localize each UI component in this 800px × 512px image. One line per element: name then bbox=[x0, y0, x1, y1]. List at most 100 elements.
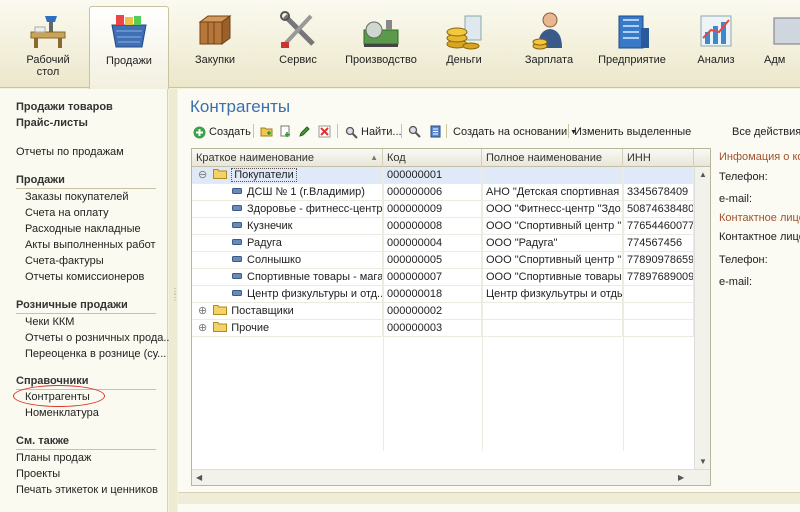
section-salary[interactable]: Зарплата bbox=[509, 6, 589, 86]
nav-item-work-acts[interactable]: Акты выполненных работ bbox=[25, 239, 156, 251]
section-purchases[interactable]: Закупки bbox=[175, 6, 255, 86]
column-header-full-name[interactable]: Полное наименование bbox=[482, 149, 623, 167]
create-based-label: Создать на основании bbox=[453, 126, 568, 138]
column-header-short-name[interactable]: Краткое наименование ▲ bbox=[192, 149, 383, 167]
scroll-right-icon[interactable]: ▶ bbox=[678, 473, 684, 482]
item-icon bbox=[232, 237, 242, 249]
nav-item-waybills[interactable]: Расходные накладные bbox=[25, 223, 141, 235]
content-area: Контрагенты Создать Найти... Создать на … bbox=[178, 89, 800, 512]
nav-item-customer-orders[interactable]: Заказы покупателей bbox=[25, 191, 129, 203]
nav-item-retail-revaluation[interactable]: Переоценка в рознице (су... bbox=[25, 348, 166, 360]
nav-item-kkm-receipts[interactable]: Чеки ККМ bbox=[25, 316, 74, 328]
nav-item-invoices[interactable]: Счета на оплату bbox=[25, 207, 109, 219]
find-button[interactable]: Найти... bbox=[345, 123, 402, 141]
table-row[interactable]: Радуга 000000004 ООО "Радуга" 774567456 bbox=[192, 235, 694, 252]
add-group-icon[interactable] bbox=[260, 125, 273, 138]
table-row[interactable]: Здоровье - фитнесс-центр 000000009 ООО "Фи… bbox=[192, 201, 694, 218]
nav-item-nomenclature[interactable]: Номенклатура bbox=[25, 407, 99, 419]
table-row[interactable]: ДСШ № 1 (г.Владимир) 000000006 АНО "Детска… bbox=[192, 184, 694, 201]
form-horizontal-scrollbar[interactable] bbox=[178, 492, 800, 504]
nav-item-retail-reports[interactable]: Отчеты о розничных прода... bbox=[25, 332, 173, 344]
item-icon bbox=[232, 186, 242, 198]
expand-icon[interactable]: ⊕ bbox=[198, 305, 207, 317]
nav-item-counterparties[interactable]: Контрагенты bbox=[25, 391, 90, 403]
add-circle-icon bbox=[193, 126, 206, 138]
list-icon[interactable] bbox=[429, 125, 442, 138]
scroll-left-icon[interactable]: ◀ bbox=[196, 473, 202, 482]
table-row[interactable]: Спортивные товары - мага... 000000007 ООО … bbox=[192, 269, 694, 286]
nav-link-price-lists[interactable]: Прайс-листы bbox=[16, 117, 88, 129]
cell-name: Центр физкультуры и отд... bbox=[192, 286, 383, 303]
basket-icon bbox=[111, 15, 147, 48]
copy-icon[interactable] bbox=[279, 125, 292, 138]
all-actions-button[interactable]: Все действия bbox=[732, 123, 800, 141]
row-name-text: Кузнечик bbox=[247, 220, 293, 232]
column-divider bbox=[623, 167, 624, 451]
cell-inn bbox=[623, 286, 694, 303]
column-header-inn[interactable]: ИНН bbox=[623, 149, 694, 167]
scroll-down-icon[interactable]: ▼ bbox=[699, 457, 707, 466]
cell-code: 000000001 bbox=[383, 167, 482, 184]
collapse-icon[interactable]: ⊖ bbox=[198, 169, 207, 181]
delete-mark-icon[interactable] bbox=[318, 125, 331, 138]
cell-name: Спортивные товары - мага... bbox=[192, 269, 383, 286]
nav-link-sales-reports[interactable]: Отчеты по продажам bbox=[16, 146, 124, 158]
sections-panel: Рабочий стол Продажи Закупки Сервис Прои… bbox=[0, 0, 800, 89]
cell-full bbox=[482, 320, 623, 337]
divider bbox=[16, 188, 156, 189]
nav-item-tax-invoices[interactable]: Счета-фактуры bbox=[25, 255, 104, 267]
table-row[interactable]: ⊖ Покупатели 000000001 bbox=[192, 167, 694, 184]
scroll-up-icon[interactable]: ▲ bbox=[699, 170, 707, 179]
table-row[interactable]: ⊕ Прочие 000000003 bbox=[192, 320, 694, 337]
nav-link-sales-goods[interactable]: Продажи товаров bbox=[16, 101, 113, 113]
section-label: Закупки bbox=[194, 54, 236, 66]
nav-item-projects[interactable]: Проекты bbox=[16, 468, 60, 480]
section-admin[interactable]: Адм bbox=[752, 6, 800, 86]
nav-item-sales-plans[interactable]: Планы продаж bbox=[16, 452, 91, 464]
row-name-text: Центр физкультуры и отд... bbox=[247, 288, 383, 300]
vertical-scrollbar[interactable]: ▲ ▼ bbox=[694, 167, 710, 469]
cell-name: ДСШ № 1 (г.Владимир) bbox=[192, 184, 383, 201]
horizontal-scrollbar[interactable]: ◀ ▶ bbox=[192, 469, 710, 485]
building-icon bbox=[618, 15, 649, 49]
cell-code: 000000005 bbox=[383, 252, 482, 269]
column-header-code[interactable]: Код bbox=[383, 149, 482, 167]
contact-person-label: Контактное лицо bbox=[719, 231, 800, 243]
contact-phone-label: Телефон: bbox=[719, 254, 768, 266]
create-button[interactable]: Создать bbox=[193, 123, 251, 141]
cell-name: Кузнечик bbox=[192, 218, 383, 235]
panel-splitter[interactable]: ⋮ ⋮ bbox=[169, 89, 179, 512]
create-based-on-button[interactable]: Создать на основании ▼ bbox=[453, 123, 577, 141]
expand-icon[interactable]: ⊕ bbox=[198, 322, 207, 334]
chart-icon bbox=[700, 15, 732, 47]
section-service[interactable]: Сервис bbox=[258, 6, 338, 86]
section-desktop[interactable]: Рабочий стол bbox=[8, 6, 88, 86]
section-sales[interactable]: Продажи bbox=[89, 6, 169, 89]
toolbar-separator bbox=[401, 124, 402, 138]
edit-pencil-icon[interactable] bbox=[298, 125, 311, 138]
cell-inn: 778909786599 bbox=[623, 252, 694, 269]
table-row[interactable]: Центр физкультуры и отд... 000000018 Центр… bbox=[192, 286, 694, 303]
section-label: Сервис bbox=[279, 54, 317, 66]
cell-inn bbox=[623, 167, 694, 184]
cell-code: 000000003 bbox=[383, 320, 482, 337]
section-production[interactable]: Производство bbox=[341, 6, 421, 86]
section-enterprise[interactable]: Предприятие bbox=[592, 6, 672, 86]
section-analysis[interactable]: Анализ bbox=[676, 6, 756, 86]
change-selected-button[interactable]: Изменить выделенные bbox=[574, 123, 691, 141]
section-money[interactable]: Деньги bbox=[424, 6, 504, 86]
toolbar-separator bbox=[253, 124, 254, 138]
counterparties-table: Краткое наименование ▲ Код Полное наимен… bbox=[191, 148, 711, 486]
nav-item-print-labels[interactable]: Печать этикеток и ценников bbox=[16, 484, 158, 496]
cell-inn: 508746384800 bbox=[623, 201, 694, 218]
folder-icon bbox=[213, 322, 228, 334]
cancel-search-icon[interactable] bbox=[408, 125, 421, 138]
info-email-label: e-mail: bbox=[719, 193, 753, 205]
table-row[interactable]: Солнышко 000000005 ООО "Спортивный центр "… bbox=[192, 252, 694, 269]
item-icon bbox=[232, 220, 242, 232]
table-row[interactable]: ⊕ Поставщики 000000002 bbox=[192, 303, 694, 320]
section-label: Деньги bbox=[446, 54, 482, 66]
table-row[interactable]: Кузнечик 000000008 ООО "Спортивный центр "… bbox=[192, 218, 694, 235]
admin-icon bbox=[773, 17, 800, 45]
nav-item-commission-reports[interactable]: Отчеты комиссионеров bbox=[25, 271, 144, 283]
